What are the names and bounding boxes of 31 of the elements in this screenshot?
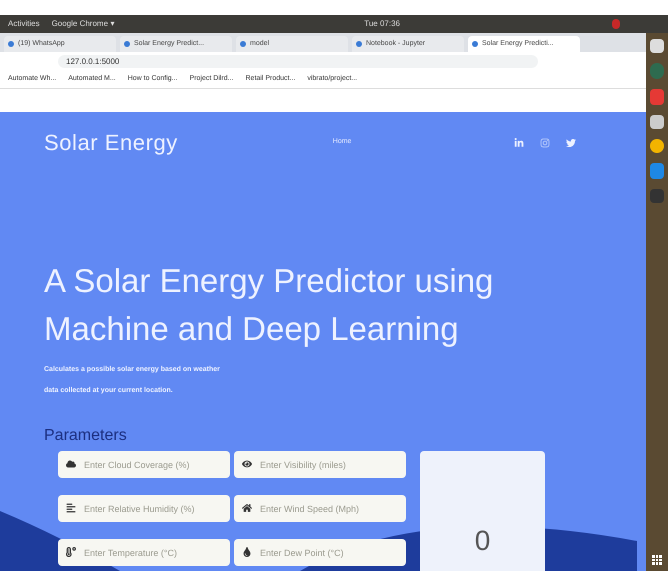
- favicon-icon: [124, 41, 130, 47]
- instagram-icon[interactable]: [540, 138, 550, 148]
- result-value: 0: [474, 524, 490, 558]
- app-icon[interactable]: [650, 115, 664, 129]
- input-field[interactable]: Enter Relative Humidity (%): [58, 495, 230, 522]
- input-field[interactable]: Enter Wind Speed (Mph): [234, 495, 406, 522]
- favicon-icon: [240, 41, 246, 47]
- app-icon[interactable]: [650, 139, 664, 153]
- thermometer-icon: [66, 547, 76, 557]
- drop-icon: [242, 547, 252, 557]
- linkedin-icon[interactable]: [514, 138, 524, 148]
- parameters-heading: Parameters: [44, 426, 128, 446]
- address-field[interactable]: 127.0.0.1:5000: [58, 55, 538, 68]
- house-icon: [242, 503, 252, 513]
- apps-grid-icon[interactable]: [652, 555, 662, 565]
- eye-icon: [242, 459, 252, 469]
- lines-icon: [66, 503, 76, 513]
- app-menu[interactable]: Google Chrome ▾: [52, 18, 114, 30]
- input-field[interactable]: Enter Cloud Coverage (%): [58, 451, 230, 478]
- favicon-icon: [356, 41, 362, 47]
- input-field[interactable]: Enter Visibility (miles): [234, 451, 406, 478]
- twitter-icon[interactable]: [566, 138, 576, 148]
- clock[interactable]: Tue 07:36: [364, 18, 400, 30]
- input-field[interactable]: Enter Dew Point (°C): [234, 539, 406, 566]
- cloud-icon: [66, 459, 76, 469]
- app-icon[interactable]: [650, 39, 664, 53]
- hero-title: A Solar Energy Predictor using Machine and Deep Learning: [44, 261, 494, 349]
- favicon-icon: [472, 41, 478, 47]
- favicon-icon: [8, 41, 14, 47]
- activities-button[interactable]: Activities: [8, 18, 40, 30]
- input-field[interactable]: Enter Temperature (°C): [58, 539, 230, 566]
